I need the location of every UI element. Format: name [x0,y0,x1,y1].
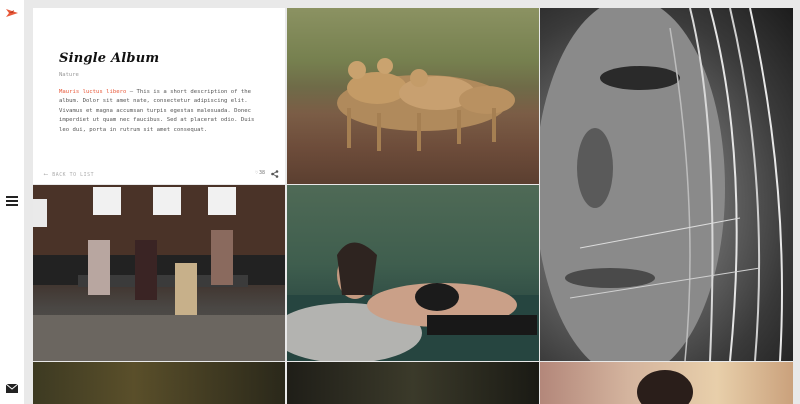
back-label: BACK TO LIST [52,173,95,178]
heart-icon: ♡ [255,170,259,176]
like-count: 38 [259,170,266,176]
lake-illustration [287,242,539,361]
album-gallery: Single Album Nature Mauris luctus libero… [33,8,793,404]
share-icon[interactable] [271,170,279,178]
photo-woman-lake[interactable] [287,185,539,361]
photo-bottom-2[interactable] [287,362,539,404]
bottom-3-illustration [637,370,693,404]
back-to-list-link[interactable]: ⟵ BACK TO LIST [44,171,94,178]
album-description: Mauris luctus libero – This is a short d… [59,88,267,135]
photo-bottom-3[interactable] [540,362,793,404]
arrow-left-icon: ⟵ [44,171,49,178]
bird-logo-icon[interactable] [5,6,19,20]
photo-portrait-bw[interactable] [540,8,793,361]
description-highlight: Mauris luctus libero [59,89,127,95]
envelope-icon[interactable] [6,384,18,393]
portrait-illustration [540,8,783,361]
album-info-card: Single Album Nature Mauris luctus libero… [33,8,285,184]
lions-illustration [337,58,515,151]
description-body: – This is a short description of the alb… [59,89,255,133]
album-category[interactable]: Nature [59,72,79,78]
photo-lions[interactable] [287,8,539,184]
like-button[interactable]: ♡38 [255,170,265,176]
photo-fashion-group[interactable] [33,185,285,361]
album-title: Single Album [59,51,160,66]
sidebar [0,0,24,404]
photo-bottom-1[interactable] [33,362,285,404]
hamburger-menu-icon[interactable] [6,196,18,206]
fashion-illustration [33,185,285,361]
